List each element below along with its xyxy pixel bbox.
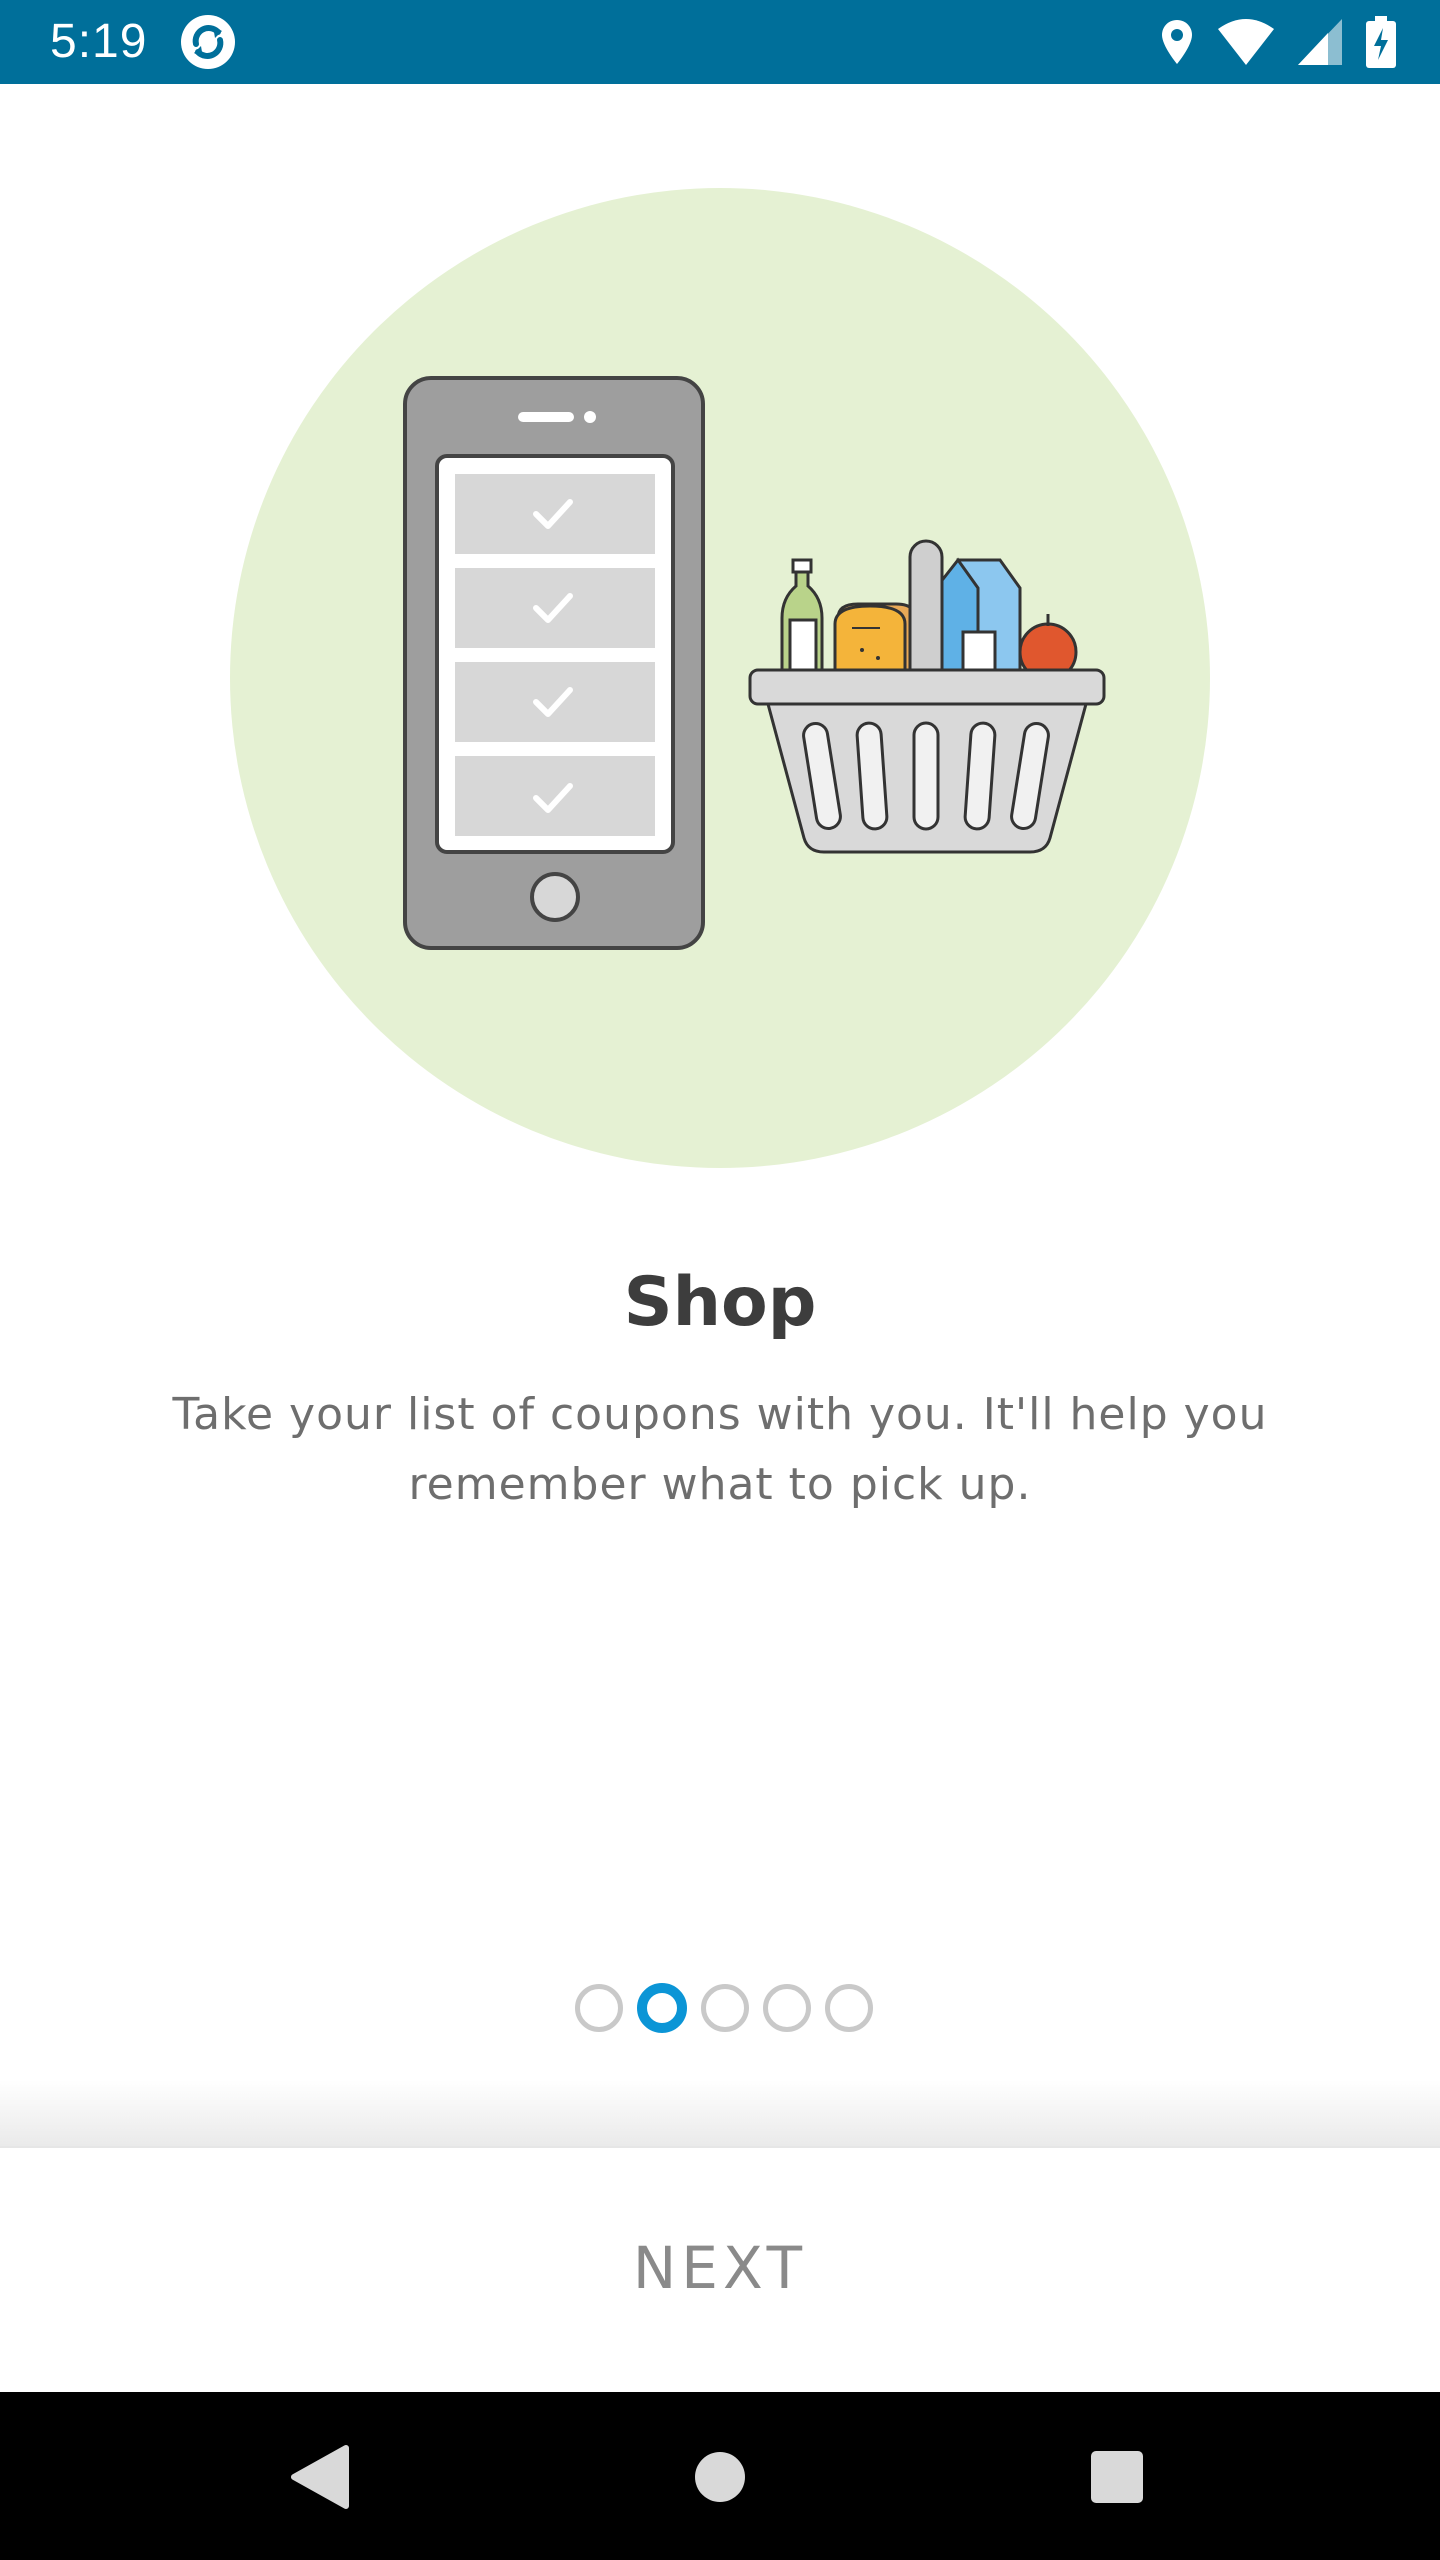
next-button[interactable]: NEXT (520, 2198, 920, 2338)
cell-signal-icon (1298, 19, 1342, 65)
page-dot-3[interactable] (701, 1984, 749, 2032)
status-time: 5:19 (50, 15, 148, 68)
onboarding-illustration (230, 188, 1210, 1168)
page-indicator (0, 1980, 1440, 2036)
page-title: Shop (623, 1263, 817, 1342)
recents-icon (1091, 2451, 1143, 2503)
status-bar: 5:19 (0, 0, 1440, 84)
bottom-action-bar: NEXT (0, 2146, 1440, 2392)
recents-button[interactable] (1072, 2432, 1162, 2522)
home-button[interactable] (675, 2432, 765, 2522)
location-icon (1162, 20, 1192, 64)
phone-checklist-icon (403, 376, 705, 950)
page-dot-2-active[interactable] (637, 1983, 687, 2033)
home-icon (695, 2452, 745, 2502)
wifi-icon (1218, 19, 1274, 65)
bottom-shadow (0, 2080, 1440, 2146)
refresh-app-icon (181, 15, 235, 69)
back-button[interactable] (275, 2432, 365, 2522)
back-icon (291, 2445, 349, 2509)
page-dot-1[interactable] (575, 1984, 623, 2032)
page-dot-4[interactable] (763, 1984, 811, 2032)
battery-charging-icon (1366, 16, 1396, 68)
system-navigation-bar (0, 2392, 1440, 2560)
page-dot-5[interactable] (825, 1984, 873, 2032)
page-description: Take your list of coupons with you. It'l… (172, 1389, 1268, 1510)
